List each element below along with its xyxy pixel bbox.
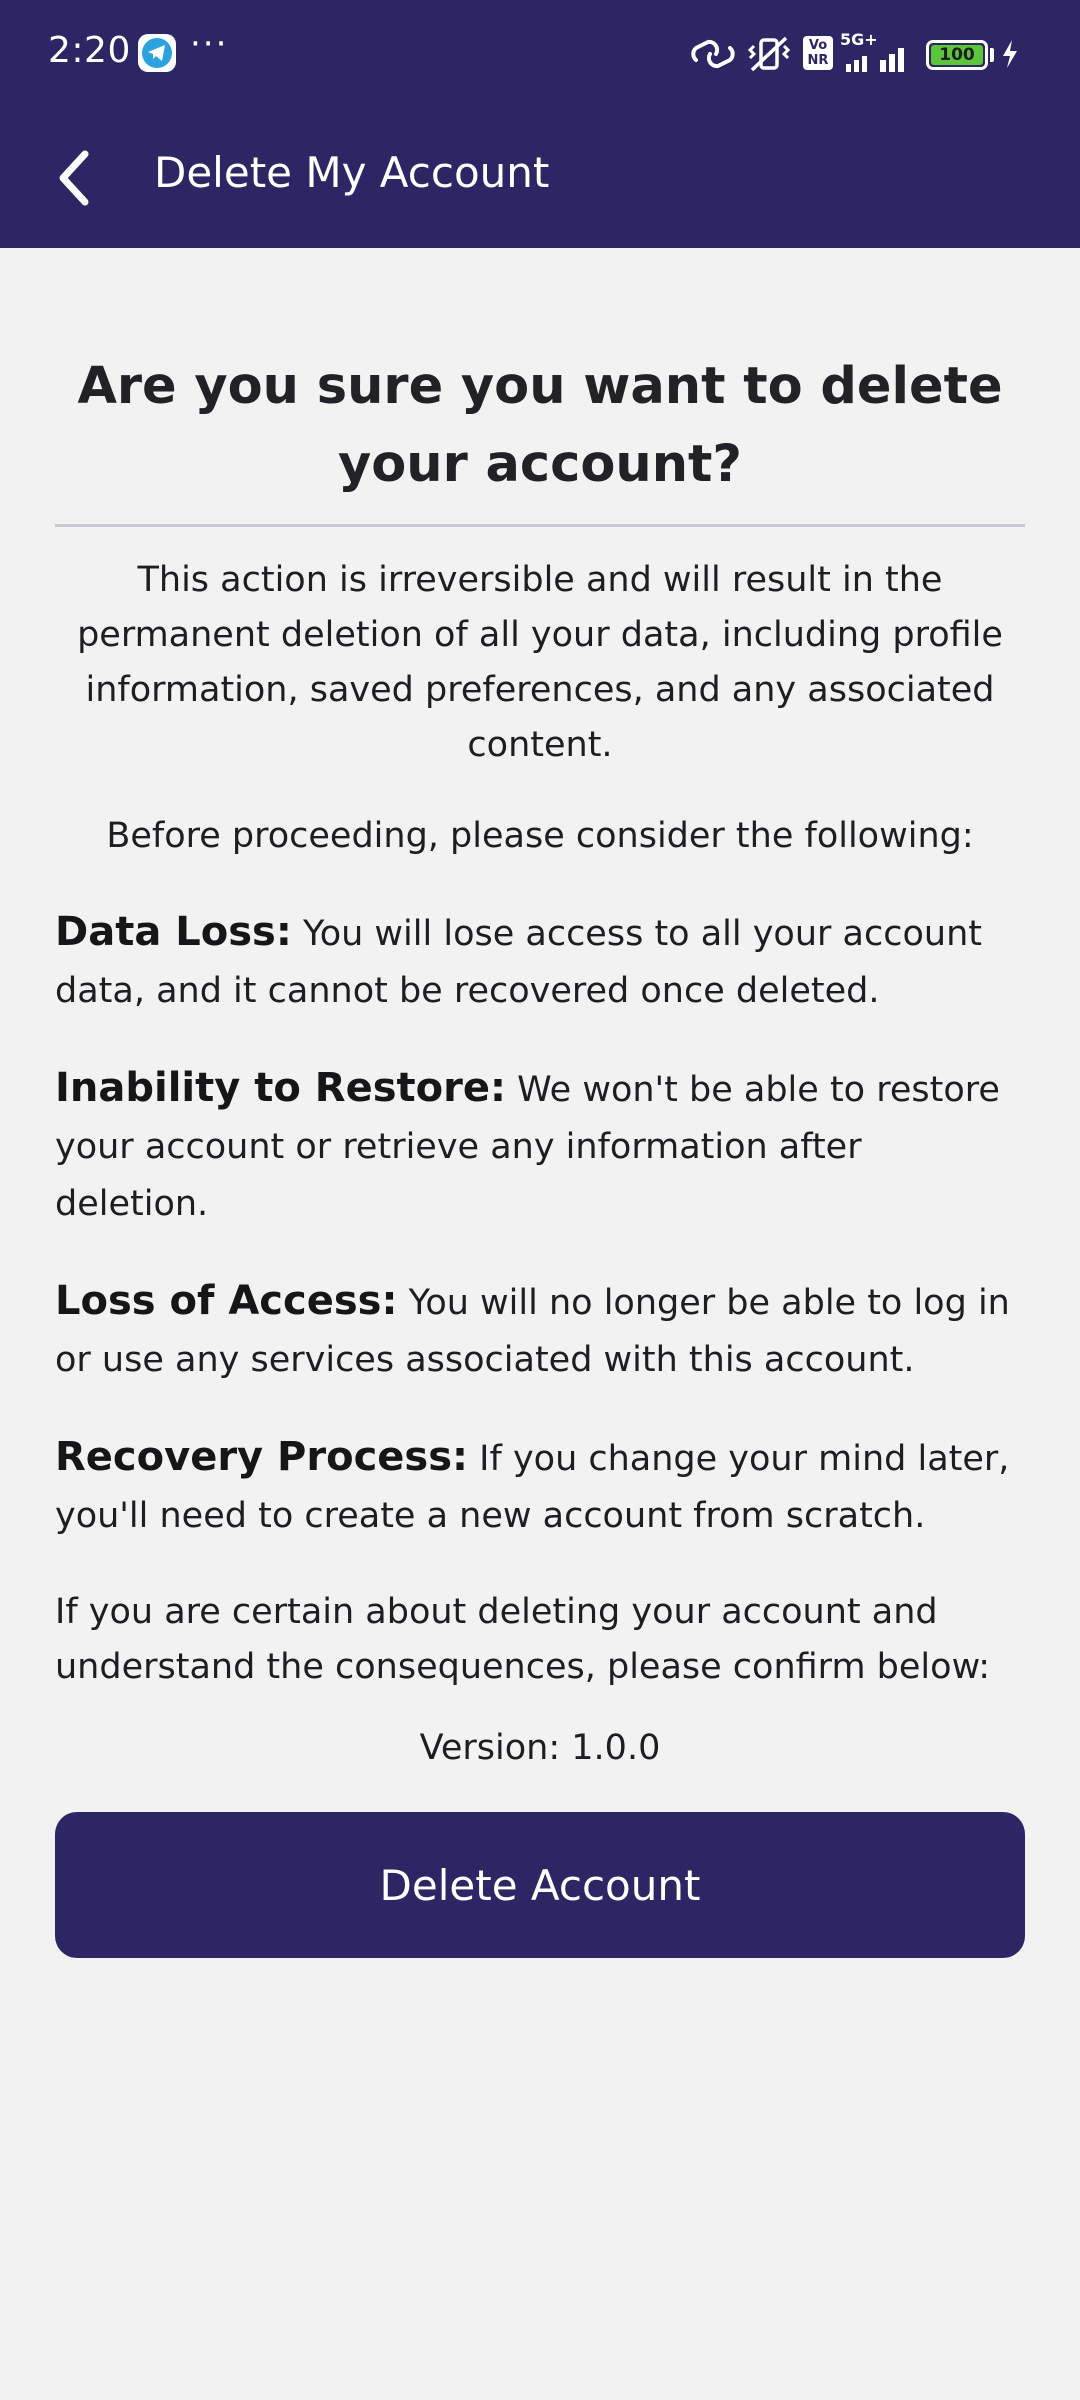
- vibrate-off-icon: [746, 34, 792, 78]
- delete-account-button[interactable]: Delete Account: [55, 1812, 1025, 1958]
- warning-intro: This action is irreversible and will res…: [77, 560, 1003, 765]
- battery-cap: [990, 48, 994, 62]
- more-notifications-icon: ···: [190, 24, 229, 64]
- chevron-left-icon: [59, 150, 89, 206]
- delete-account-content: Are you sure you want to delete your acc…: [55, 248, 1025, 1958]
- consideration-title: Inability to Restore:: [55, 1065, 506, 1111]
- confirm-instruction: If you are certain about deleting your a…: [55, 1592, 991, 1687]
- consideration-item: Loss of Access: You will no longer be ab…: [55, 1273, 1025, 1389]
- telegram-icon: [138, 34, 176, 72]
- volte-icon: Vo NR: [803, 36, 833, 70]
- consideration-title: Loss of Access:: [55, 1278, 398, 1324]
- consideration-item: Data Loss: You will lose access to all y…: [55, 904, 1025, 1020]
- confirmation-heading: Are you sure you want to delete your acc…: [77, 357, 1003, 494]
- consideration-item: Recovery Process: If you change your min…: [55, 1429, 1025, 1545]
- charging-icon: [1000, 38, 1020, 74]
- back-button[interactable]: [40, 140, 110, 216]
- app-version: Version: 1.0.0: [419, 1728, 661, 1768]
- signal-icon: [846, 46, 908, 76]
- status-time: 2:20: [48, 30, 131, 71]
- consideration-title: Recovery Process:: [55, 1434, 469, 1480]
- status-bar: 2:20 ··· Vo NR 5G+ 100: [0, 0, 1080, 108]
- battery-icon: 100: [926, 40, 988, 70]
- considerations-lead: Before proceeding, please consider the f…: [106, 816, 974, 856]
- consideration-item: Inability to Restore: We won't be able t…: [55, 1060, 1025, 1233]
- consideration-title: Data Loss:: [55, 909, 292, 955]
- link-icon: [690, 38, 736, 74]
- divider: [55, 524, 1025, 527]
- page-title: Delete My Account: [154, 148, 550, 197]
- battery-level: 100: [931, 45, 983, 65]
- app-bar: Delete My Account: [0, 108, 1080, 248]
